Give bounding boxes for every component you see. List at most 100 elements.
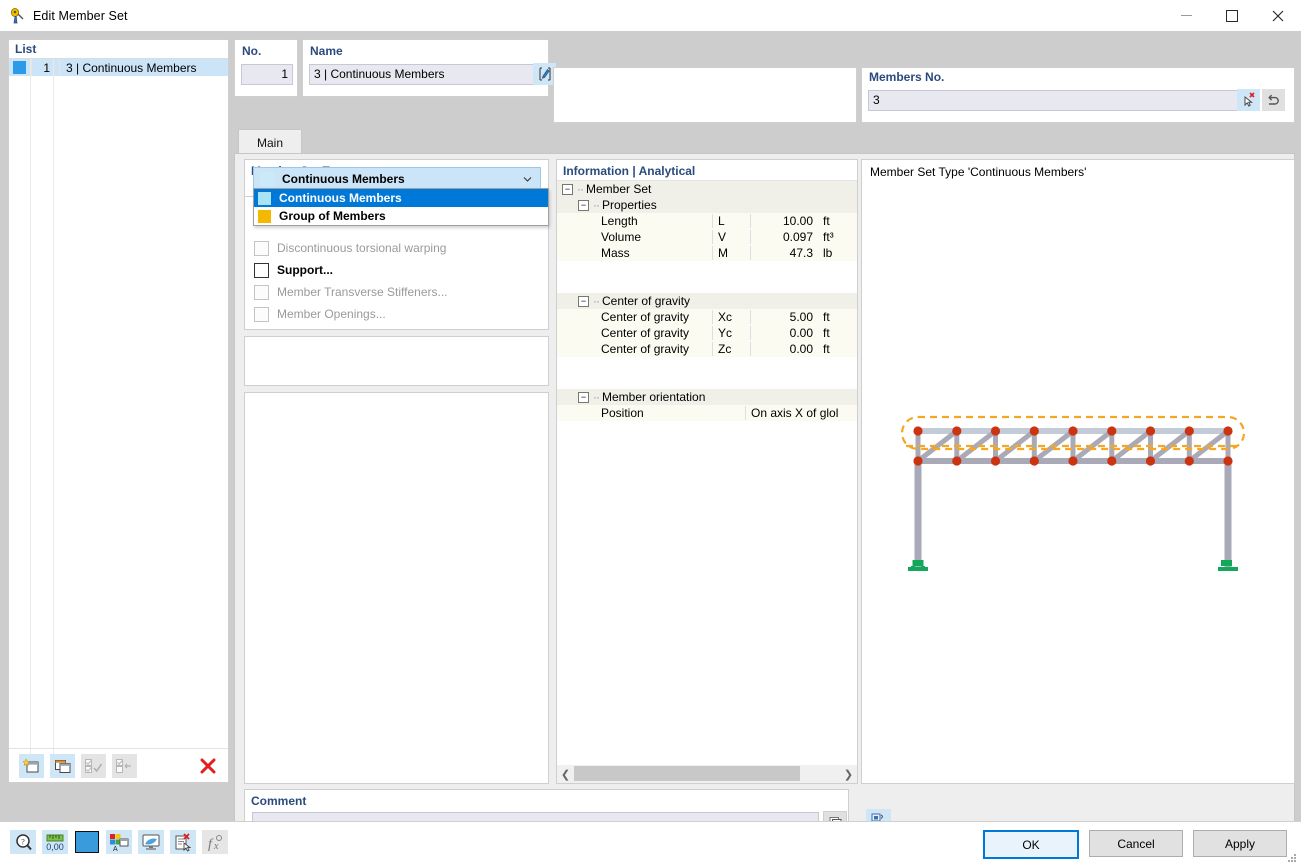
cancel-label: Cancel — [1117, 836, 1155, 851]
list-item-label: 3 | Continuous Members — [66, 60, 197, 75]
decimal-places-button[interactable]: 0,00 — [42, 830, 68, 854]
tree-group-member-orientation[interactable]: − ·· Member orientation — [557, 389, 857, 405]
document-delete-icon — [175, 832, 192, 852]
resize-grip[interactable] — [1287, 853, 1297, 863]
dropdown-option-continuous-members[interactable]: Continuous Members — [254, 189, 548, 207]
collapse-toggle-icon[interactable]: − — [578, 391, 589, 403]
visibility-button[interactable] — [138, 830, 164, 854]
title-bar: Edit Member Set — [0, 0, 1301, 32]
checkbox-icon — [254, 306, 269, 322]
tree-root-label: Member Set — [586, 182, 652, 196]
row-unit: lb — [823, 246, 833, 260]
tree-group-properties[interactable]: − ·· Properties — [557, 197, 857, 213]
checkbox-discontinuous-torsional-warping: Discontinuous torsional warping — [254, 240, 446, 256]
checkbox-label: Member Openings... — [277, 307, 386, 321]
tree-group-center-of-gravity[interactable]: − ·· Center of gravity — [557, 293, 857, 309]
number-input[interactable]: 1 — [241, 64, 293, 85]
delete-object-button[interactable] — [170, 830, 196, 854]
dialog-body: List 1 3 | Continuous Members No. 1 Name… — [0, 31, 1301, 837]
chevron-left-icon[interactable]: ❮ — [557, 765, 574, 783]
cancel-button[interactable]: Cancel — [1089, 830, 1183, 857]
color-button[interactable] — [74, 830, 100, 854]
tree-row: Center of gravity Xᴄ 5.00 ft — [557, 309, 857, 325]
scrollbar-track[interactable] — [574, 765, 840, 783]
chevron-right-icon[interactable]: ❯ — [840, 765, 857, 783]
apply-button[interactable]: Apply — [1193, 830, 1287, 857]
pick-members-button[interactable] — [1237, 89, 1260, 111]
list-body: 1 3 | Continuous Members — [9, 59, 228, 759]
list-panel: List 1 3 | Continuous Members — [8, 39, 229, 783]
row-symbol: Xᴄ — [712, 310, 750, 324]
name-input[interactable]: 3 | Continuous Members — [309, 64, 534, 85]
tree-group-label: Properties — [602, 198, 657, 212]
maximize-icon — [1226, 9, 1238, 22]
row-label: Center of gravity — [601, 342, 690, 356]
svg-text:0,00: 0,00 — [46, 842, 64, 852]
blue-color-swatch-icon — [75, 831, 99, 853]
information-horizontal-scrollbar[interactable]: ❮ ❯ — [557, 765, 857, 783]
window-title: Edit Member Set — [33, 8, 128, 23]
delete-member-set-button[interactable] — [195, 754, 220, 778]
list-item[interactable]: 1 3 | Continuous Members — [9, 59, 228, 76]
columns — [914, 460, 1232, 567]
dropdown-option-group-of-members[interactable]: Group of Members — [254, 207, 548, 225]
list-item-color-swatch — [13, 61, 26, 74]
function-fx-icon: f x — [208, 834, 222, 852]
row-unit: ft — [823, 310, 830, 324]
chevron-down-icon — [523, 173, 532, 182]
scrollbar-thumb[interactable] — [574, 766, 800, 781]
checkbox-support[interactable]: Support... — [254, 262, 333, 278]
members-field-panel: Members No. 3 — [861, 67, 1295, 123]
member-set-type-combobox[interactable]: Continuous Members — [253, 167, 541, 190]
row-value: 0.00 — [750, 326, 818, 340]
row-label: Center of gravity — [601, 310, 690, 324]
tree-group-label: Member orientation — [602, 390, 706, 404]
reverse-members-button[interactable] — [1262, 89, 1285, 111]
list-item-index: 1 — [43, 60, 50, 75]
row-value-wide: On axis X of glol — [745, 406, 857, 420]
collapse-toggle-icon[interactable]: − — [562, 183, 573, 195]
new-member-set-button[interactable] — [19, 753, 44, 778]
collapse-toggle-icon[interactable]: − — [578, 295, 589, 307]
ok-button[interactable]: OK — [983, 830, 1079, 859]
member-set-type-panel: Member Set Type Continuous Members Conti… — [244, 159, 549, 226]
copy-member-set-button[interactable] — [50, 753, 75, 778]
display-properties-button[interactable]: A — [106, 830, 132, 854]
tree-row: Length L 10.00 ft — [557, 213, 857, 229]
member-set-type-dropdown-list[interactable]: Continuous Members Group of Members — [253, 188, 549, 226]
magnifier-question-icon: ? — [15, 833, 32, 850]
truss-model-diagram[interactable] — [862, 184, 1294, 781]
maximize-button[interactable] — [1209, 0, 1255, 31]
close-button[interactable] — [1255, 0, 1301, 31]
tree-root-member-set[interactable]: − ·· Member Set — [557, 181, 857, 197]
apply-label: Apply — [1224, 836, 1256, 851]
checkbox-label: Discontinuous torsional warping — [277, 241, 447, 255]
minimize-button[interactable] — [1163, 0, 1209, 31]
members-field-label: Members No. — [869, 70, 945, 84]
model-view-panel[interactable]: Member Set Type 'Continuous Members' — [861, 159, 1295, 784]
tab-main[interactable]: Main — [238, 129, 302, 155]
palette-window-icon: A — [110, 833, 129, 852]
help-info-button[interactable]: ? — [10, 830, 36, 854]
number-field-panel: No. 1 — [234, 39, 298, 97]
row-value: 10.00 — [750, 214, 818, 228]
option-label: Group of Members — [279, 209, 386, 223]
number-field-label: No. — [242, 44, 262, 58]
pick-with-cursor-icon — [1244, 91, 1255, 107]
option-label: Continuous Members — [279, 191, 402, 205]
red-x-icon — [200, 758, 215, 773]
collapse-toggle-icon[interactable]: − — [578, 199, 589, 211]
model-view-title: Member Set Type 'Continuous Members' — [870, 165, 1087, 179]
row-unit: ft — [823, 214, 830, 228]
list-header: List — [9, 40, 228, 59]
ok-label: OK — [1022, 837, 1040, 852]
row-symbol: L — [712, 214, 750, 228]
checkbox-icon — [254, 284, 269, 300]
row-label: Volume — [601, 230, 642, 244]
option-color-swatch — [258, 191, 271, 205]
row-symbol: Zᴄ — [712, 342, 750, 356]
members-input[interactable]: 3 — [868, 90, 1238, 111]
tree-group-label: Center of gravity — [602, 294, 691, 308]
supports — [908, 560, 1238, 571]
